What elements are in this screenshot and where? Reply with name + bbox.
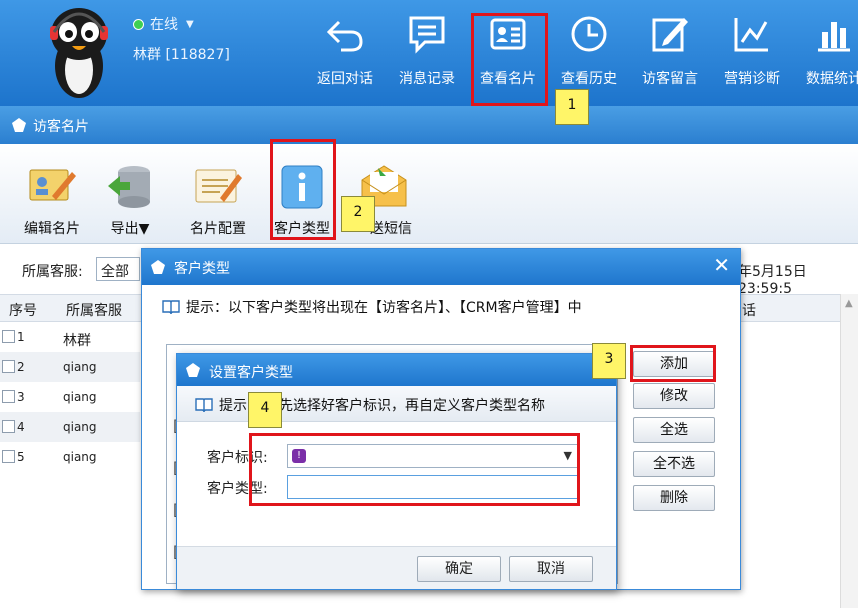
book-icon (162, 300, 180, 315)
status-text: 在线 (150, 17, 178, 33)
edit-card-icon (29, 169, 76, 201)
row-service: qiang (63, 450, 97, 464)
penguin-avatar[interactable] (38, 4, 120, 102)
row-service: 林群 (63, 333, 91, 349)
subdialog-title: 设置客户类型 (209, 365, 293, 381)
nav-label: 营销诊断 (724, 71, 780, 87)
deselect-all-button[interactable]: 全不选 (633, 451, 715, 477)
nav-label: 访客留言 (642, 71, 698, 87)
toolbar: 编辑名片 导出▼ 名片配置 客户类型 送短信 (0, 144, 858, 244)
nav-marketing-diagnosis[interactable]: 营销诊断 (710, 0, 794, 106)
export-button[interactable]: 导出▼ (104, 144, 156, 244)
nav-label: 返回对话 (317, 71, 373, 87)
table-row[interactable]: 3 qiang (0, 382, 140, 412)
user-name: 林群 [118827] (133, 47, 230, 63)
step-tag-4: 4 (248, 392, 282, 428)
dialog-hint: 提示：以下客户类型将出现在【访客名片】、【CRM客户管理】中 (162, 297, 582, 317)
table-row[interactable]: 4 qiang (0, 412, 140, 442)
service-filter-label: 所属客服: (22, 264, 83, 280)
caret-down-icon: ▼ (186, 18, 194, 30)
row-service: qiang (63, 360, 97, 374)
pentagon-icon (12, 118, 26, 132)
subdialog-hintbar: 提示 先选择好客户标识，再自定义客户类型名称 (177, 386, 616, 422)
select-all-button[interactable]: 全选 (633, 417, 715, 443)
cancel-button[interactable]: 取消 (509, 556, 593, 582)
dialog-titlebar[interactable]: 客户类型 ✕ (142, 249, 740, 285)
step-tag-2: 2 (341, 196, 375, 232)
subdialog-titlebar[interactable]: 设置客户类型 (177, 354, 616, 386)
nav-data-statistics[interactable]: 数据统计 (792, 0, 858, 106)
nav-visitor-message[interactable]: 访客留言 (628, 0, 712, 106)
clock-icon (571, 16, 607, 52)
row-no: 4 (17, 420, 25, 434)
highlight-box-2 (270, 139, 336, 240)
dialog-hint-text: 提示：以下客户类型将出现在【访客名片】、【CRM客户管理】中 (186, 300, 582, 316)
nav-label: 数据统计 (806, 71, 858, 87)
nav-label: 查看历史 (561, 71, 617, 87)
row-service: qiang (63, 390, 97, 404)
row-no: 2 (17, 360, 25, 374)
section-title: 访客名片 (33, 119, 89, 135)
nav-back-to-chat[interactable]: 返回对话 (303, 0, 387, 106)
trend-chart-icon (734, 18, 768, 52)
online-check-icon (133, 18, 144, 30)
pentagon-icon (151, 260, 165, 274)
row-no: 5 (17, 450, 25, 464)
tool-label: 名片配置 (190, 221, 246, 237)
col-header-partial[interactable]: 话 (742, 300, 756, 320)
table-row[interactable]: 5 qiang (0, 442, 140, 472)
close-icon[interactable]: ✕ (713, 253, 730, 277)
vertical-scrollbar[interactable]: ▲ (840, 294, 858, 608)
tool-label: 编辑名片 (24, 221, 80, 237)
highlight-box-4 (249, 433, 580, 506)
table-row[interactable]: 2 qiang (0, 352, 140, 382)
row-no: 3 (17, 390, 25, 404)
highlight-box-1 (471, 13, 548, 106)
nav-message-log[interactable]: 消息记录 (385, 0, 469, 106)
row-checkbox[interactable] (2, 390, 15, 403)
col-header-no[interactable]: 序号 (9, 300, 37, 320)
book-icon (195, 398, 213, 413)
chat-bubble-icon (409, 16, 445, 54)
row-checkbox[interactable] (2, 330, 15, 343)
subdialog-footer: 确定 取消 (177, 546, 616, 589)
subdialog-hint-prefix: 提示 (219, 398, 247, 414)
nav-label: 消息记录 (399, 71, 455, 87)
bar-chart-icon (818, 22, 850, 52)
card-config-button[interactable]: 名片配置 (186, 144, 250, 244)
confirm-button[interactable]: 确定 (417, 556, 501, 582)
undo-arrow-icon (326, 20, 363, 52)
row-checkbox[interactable] (2, 360, 15, 373)
table-row[interactable]: 1 林群 (0, 322, 140, 352)
row-checkbox[interactable] (2, 450, 15, 463)
edit-note-icon (652, 18, 688, 52)
step-tag-1: 1 (555, 89, 589, 125)
edit-card-button[interactable]: 编辑名片 (20, 144, 84, 244)
subdialog-hint-text: 先选择好客户标识，再自定义客户类型名称 (279, 398, 545, 414)
service-filter-select[interactable]: 全部 (96, 257, 140, 281)
highlight-box-3 (630, 345, 716, 382)
row-no: 1 (17, 330, 25, 344)
col-header-service[interactable]: 所属客服 (66, 300, 122, 320)
card-config-icon (195, 169, 242, 203)
tool-label: 导出▼ (110, 221, 150, 237)
section-bar: 访客名片 (0, 106, 858, 144)
dialog-title: 客户类型 (174, 261, 230, 277)
tool-label: 送短信 (370, 221, 412, 237)
scroll-up-icon[interactable]: ▲ (845, 298, 853, 309)
row-service: qiang (63, 420, 97, 434)
delete-button[interactable]: 删除 (633, 485, 715, 511)
date-range-text: 年5月15日 23:59:5 (738, 264, 807, 297)
step-tag-3: 3 (592, 343, 626, 379)
database-export-icon (108, 166, 150, 208)
top-header: 在线 ▼ 林群 [118827] 返回对话 消息记录 查看名片 查看历史 访客留… (0, 0, 858, 106)
pentagon-icon (186, 363, 200, 377)
row-checkbox[interactable] (2, 420, 15, 433)
online-status[interactable]: 在线 ▼ (133, 14, 194, 34)
modify-button[interactable]: 修改 (633, 383, 715, 409)
